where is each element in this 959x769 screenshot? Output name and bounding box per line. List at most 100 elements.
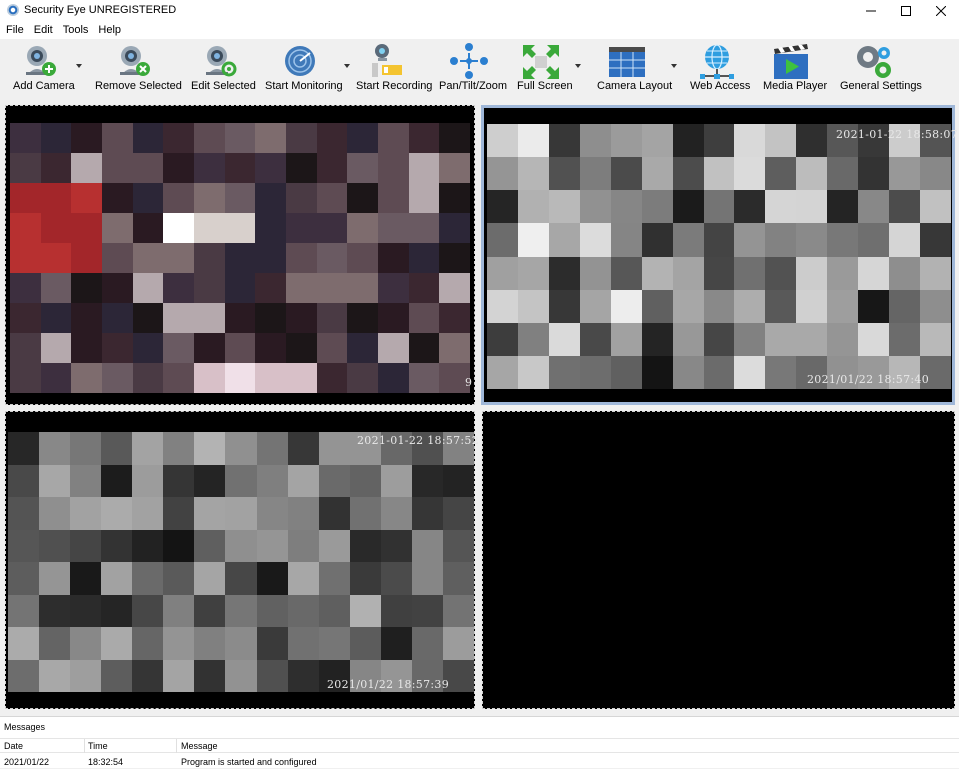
mosaic-tile (548, 289, 581, 324)
mosaic-tile (411, 464, 444, 498)
full-screen-label: Full Screen (517, 80, 573, 92)
menu-help[interactable]: Help (93, 21, 126, 39)
column-message[interactable]: Message (181, 741, 218, 751)
table-row[interactable]: 2021/01/22 18:32:54 Program is started a… (0, 754, 959, 769)
mosaic-tile (703, 322, 736, 357)
mosaic-tile (765, 289, 798, 324)
mosaic-tile (163, 183, 196, 214)
close-icon (936, 5, 946, 16)
mosaic-tile (225, 627, 258, 660)
mosaic-tile (734, 223, 767, 258)
mosaic-tile (548, 124, 581, 158)
mosaic-tile (10, 273, 42, 304)
column-divider[interactable] (84, 739, 85, 753)
media-player-button[interactable]: Media Player (760, 39, 827, 98)
mosaic-tile (225, 562, 258, 595)
mosaic-tile (579, 355, 612, 389)
mosaic-tile (224, 363, 257, 393)
mosaic-tile (101, 562, 134, 595)
mosaic-tile (408, 273, 441, 304)
web-access-button[interactable]: Web Access (686, 39, 750, 98)
mosaic-tile (548, 190, 581, 225)
camera-view-2-selected[interactable]: 2021-01-22 18:58:07 2021/01/22 18:57:40 (481, 105, 958, 405)
maximize-button[interactable] (889, 0, 923, 21)
mosaic-tile (858, 157, 891, 192)
menu-edit[interactable]: Edit (29, 21, 58, 39)
mosaic-tile (287, 529, 320, 563)
mosaic-tile (10, 333, 42, 364)
messages-title: Messages (4, 722, 46, 732)
mosaic-tile (194, 273, 226, 304)
start-recording-button[interactable]: Start Recording (354, 39, 432, 98)
mosaic-tile (318, 627, 351, 660)
mosaic-tile (10, 213, 42, 244)
column-divider[interactable] (176, 739, 177, 753)
mosaic-tile (225, 432, 258, 465)
mosaic-tile (548, 256, 581, 291)
mosaic-tile (858, 322, 891, 357)
pan-tilt-zoom-icon (450, 43, 488, 79)
mosaic-tile (255, 123, 288, 154)
mosaic-tile (132, 464, 165, 498)
mosaic-tile (224, 123, 257, 154)
mosaic-tile (224, 243, 257, 274)
mosaic-tile (10, 153, 42, 184)
mosaic-tile (194, 432, 227, 465)
column-date[interactable]: Date (4, 741, 23, 751)
pan-tilt-zoom-button[interactable]: Pan/Tilt/Zoom (436, 39, 507, 98)
mosaic-tile (672, 223, 705, 258)
mosaic-tile (579, 322, 612, 357)
mosaic-tile (610, 322, 643, 357)
mosaic-tile (439, 243, 470, 274)
mosaic-tile (132, 303, 165, 334)
camera-view-3[interactable]: 2021-01-22 18:57:52 2021/01/22 18:57:39 (5, 411, 479, 709)
remove-selected-button[interactable]: Remove Selected (92, 39, 182, 98)
camera-view-4-empty[interactable] (482, 411, 955, 709)
mosaic-tile (439, 183, 470, 214)
start-monitoring-button[interactable]: Start Monitoring (262, 39, 354, 98)
chevron-down-icon[interactable] (671, 64, 677, 68)
mosaic-tile (347, 183, 380, 214)
mosaic-tile (316, 273, 349, 304)
mosaic-tile (194, 529, 227, 563)
mosaic-tile (70, 432, 103, 465)
mosaic-tile (71, 363, 104, 393)
mosaic-tile (163, 432, 196, 465)
mosaic-tile (411, 497, 444, 530)
mosaic-tile (286, 183, 318, 214)
add-camera-button[interactable]: Add Camera (0, 39, 85, 98)
chevron-down-icon[interactable] (344, 64, 350, 68)
mosaic-tile (255, 213, 288, 244)
close-button[interactable] (924, 0, 958, 21)
chevron-down-icon[interactable] (575, 64, 581, 68)
full-screen-button[interactable]: Full Screen (512, 39, 584, 98)
menu-file[interactable]: File (1, 21, 29, 39)
mosaic-tile (487, 256, 519, 291)
mosaic-tile (10, 303, 42, 334)
mosaic-tile (163, 273, 196, 304)
minimize-button[interactable] (854, 0, 888, 21)
camera-layout-button[interactable]: Camera Layout (592, 39, 678, 98)
mosaic-tile (8, 432, 40, 465)
mosaic-tile (224, 333, 257, 364)
camera-view-1[interactable]: 9 (5, 105, 475, 405)
mosaic-tile (796, 223, 829, 258)
mosaic-tile (286, 123, 318, 154)
mosaic-tile (101, 627, 134, 660)
mosaic-tile (132, 594, 165, 628)
mosaic-tile (101, 464, 134, 498)
general-settings-button[interactable]: General Settings (836, 39, 922, 98)
edit-selected-button[interactable]: Edit Selected (186, 39, 256, 98)
mosaic-tile (610, 157, 643, 192)
mosaic-tile (703, 223, 736, 258)
mosaic-tile (101, 529, 134, 563)
column-time[interactable]: Time (88, 741, 108, 751)
mosaic-tile (347, 123, 380, 154)
mosaic-tile (672, 289, 705, 324)
mosaic-tile (71, 123, 104, 154)
chevron-down-icon[interactable] (76, 64, 82, 68)
menu-tools[interactable]: Tools (58, 21, 94, 39)
mosaic-tile (255, 243, 288, 274)
mosaic-tile (517, 256, 550, 291)
mosaic-tile (487, 124, 519, 158)
